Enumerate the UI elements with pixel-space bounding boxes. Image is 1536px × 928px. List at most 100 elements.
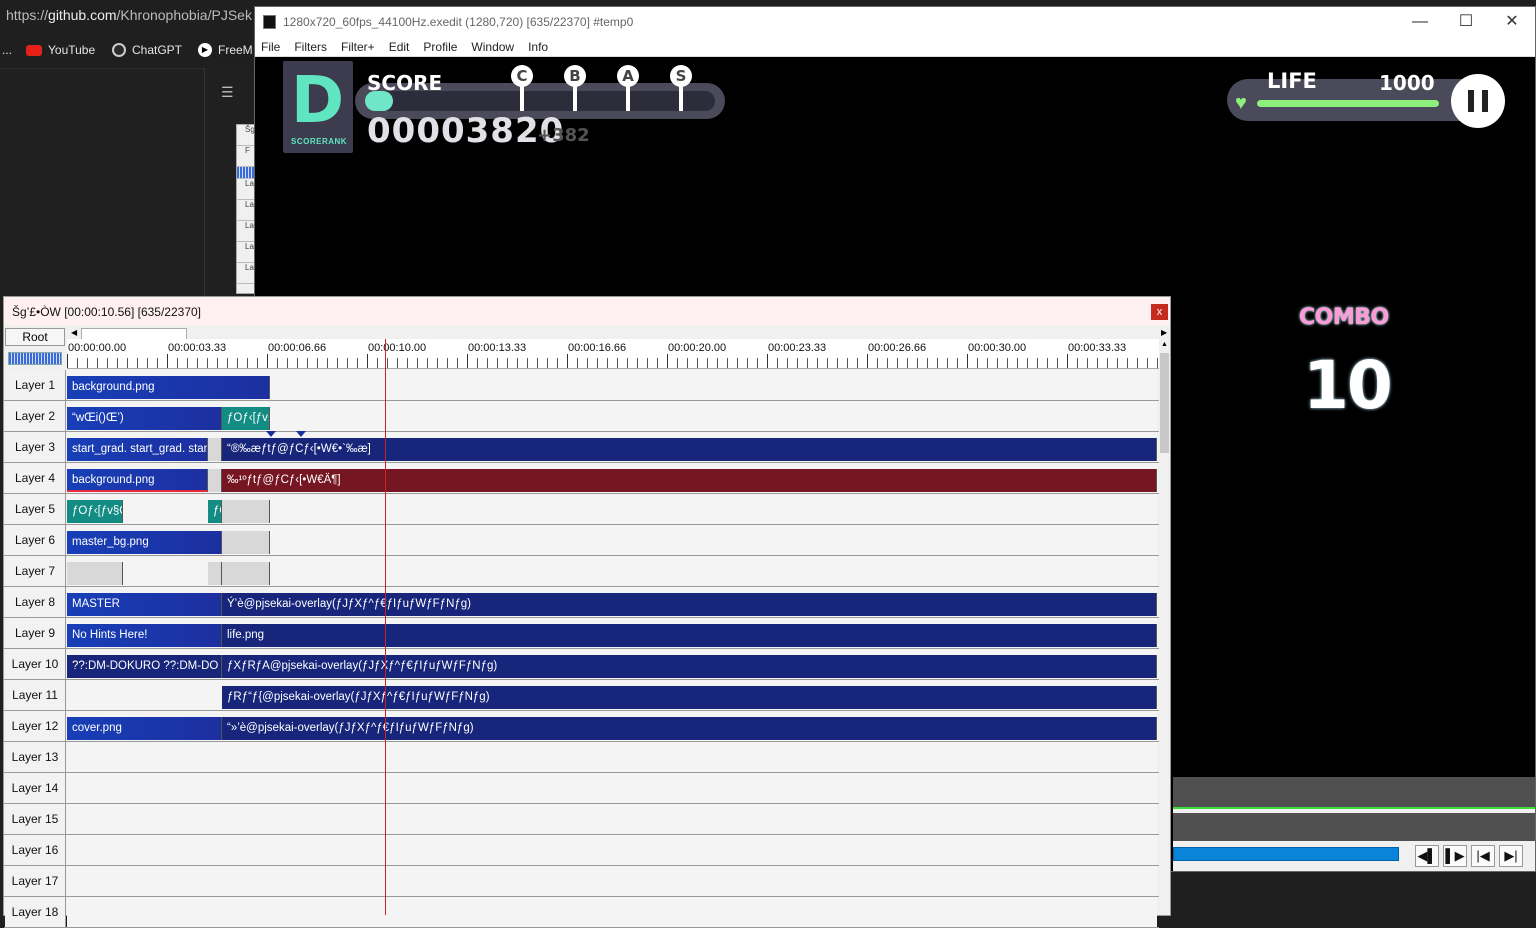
timeline-object[interactable]: No Hints Here! [67, 624, 222, 647]
timeline-object[interactable] [208, 562, 222, 585]
layer-track[interactable]: No Hints Here! life.png [67, 618, 1157, 648]
timeline-object[interactable]: ƒOƒ‹[ƒv§ [222, 407, 270, 430]
timeline-close-button[interactable]: x [1151, 304, 1168, 320]
layer-track[interactable] [67, 804, 1157, 834]
vertical-scrollbar[interactable]: ▲ [1159, 339, 1170, 915]
layer-label[interactable]: Layer 8 [5, 587, 66, 617]
layer-label[interactable]: Layer 3 [5, 432, 66, 462]
timeline-object[interactable]: life.png [222, 624, 1157, 647]
next-frame-button[interactable]: ▌▶ [1443, 845, 1467, 867]
close-button[interactable]: ✕ [1489, 7, 1535, 37]
scroll-up-icon[interactable]: ▲ [1161, 341, 1168, 348]
layer-label[interactable]: Layer 4 [5, 463, 66, 493]
jump-end-button[interactable]: ▶| [1499, 845, 1523, 867]
scroll-left-icon[interactable]: ◀ [71, 328, 77, 337]
layer-track[interactable] [67, 835, 1157, 865]
timeline-object[interactable] [222, 531, 270, 554]
zoom-meter[interactable] [8, 352, 62, 365]
timeline-object[interactable]: ƒXƒRƒA@pjsekai-overlay(ƒJƒXƒ^ƒ€ƒIƒuƒWƒFƒ… [222, 655, 1157, 678]
layer-label[interactable]: Layer 1 [5, 370, 66, 400]
timeline-object[interactable]: MASTER [67, 593, 222, 616]
layer-label[interactable]: Layer 17 [5, 866, 66, 896]
layer-label[interactable]: Layer 13 [5, 742, 66, 772]
maximize-button[interactable]: ☐ [1443, 7, 1489, 37]
timeline-object[interactable]: ƒOƒ‹[ƒv§Œ [67, 500, 123, 523]
layer-track[interactable]: ??:DM-DOKURO ??:DM-DO ƒXƒRƒA@pjsekai-over… [67, 649, 1157, 679]
keyframe-marker[interactable] [266, 431, 276, 437]
layer-track[interactable] [67, 742, 1157, 772]
timeline-object[interactable] [222, 500, 270, 523]
prev-frame-button[interactable]: ◀▌ [1415, 845, 1439, 867]
layer-track[interactable]: “wŒi()Œ’) ƒOƒ‹[ƒv§ [67, 401, 1157, 431]
timeline-object[interactable]: background.png [67, 376, 270, 399]
timeline-object[interactable]: “®‰æƒtƒ@ƒCƒ‹[•W€•`‰æ] [222, 438, 1157, 461]
timeline-object[interactable]: ‰¹ºƒtƒ@ƒCƒ‹[•W€Ä¶] [222, 469, 1157, 492]
bookmark-youtube[interactable]: YouTube [26, 43, 95, 57]
time-ruler[interactable]: 00:00:00.00 00:00:03.33 00:00:06.66 00:00:1… [67, 339, 1159, 369]
layer-track[interactable]: cover.png “»’è@pjsekai-overlay(ƒJƒXƒ^ƒ€ƒI… [67, 711, 1157, 741]
list-icon[interactable]: ☰ [221, 84, 234, 101]
layer-label[interactable]: Layer 15 [5, 804, 66, 834]
bookmarks-overflow[interactable]: ... [2, 43, 12, 57]
chatgpt-icon [112, 43, 126, 57]
layer-track[interactable]: background.png ‰¹ºƒtƒ@ƒCƒ‹[•W€Ä¶] [67, 463, 1157, 493]
bookmark-chatgpt[interactable]: ChatGPT [112, 43, 182, 57]
address-bar[interactable]: https://github.com/Khronophobia/PJSek [6, 7, 252, 23]
layer-label[interactable]: Layer 11 [5, 680, 66, 710]
layer-label[interactable]: Layer 16 [5, 835, 66, 865]
root-button[interactable]: Root [5, 328, 65, 346]
layer-label[interactable]: Layer 5 [5, 494, 66, 524]
layer-track[interactable]: master_bg.png [67, 525, 1157, 555]
layer-track[interactable] [67, 556, 1157, 586]
menu-info[interactable]: Info [528, 40, 548, 54]
timeline-object[interactable]: ??:DM-DOKURO ??:DM-DO [67, 655, 222, 678]
layer-label[interactable]: Layer 9 [5, 618, 66, 648]
jump-start-button[interactable]: |◀ [1471, 845, 1495, 867]
layer-label[interactable]: Layer 2 [5, 401, 66, 431]
playhead[interactable] [385, 339, 386, 915]
keyframe-marker[interactable] [296, 431, 306, 437]
preview-title-bar[interactable]: 1280x720_60fps_44100Hz.exedit (1280,720)… [255, 7, 1535, 37]
timeline-object[interactable] [67, 562, 123, 585]
layer-label[interactable]: Layer 7 [5, 556, 66, 586]
menu-edit[interactable]: Edit [389, 40, 410, 54]
menu-filter-plus[interactable]: Filter+ [341, 40, 375, 54]
layer-track[interactable]: start_grad. start_grad. star “®‰æƒtƒ@ƒCƒ‹… [67, 432, 1157, 462]
layer-track[interactable]: ƒOƒ‹[ƒv§Œ ƒO [67, 494, 1157, 524]
timeline-object[interactable] [222, 562, 270, 585]
seek-bar[interactable] [1173, 847, 1399, 861]
timeline-object[interactable]: “»’è@pjsekai-overlay(ƒJƒXƒ^ƒ€ƒIƒuƒWƒFƒNƒ… [222, 717, 1157, 740]
layer-label[interactable]: Layer 12 [5, 711, 66, 741]
scroll-thumb[interactable] [1160, 353, 1169, 453]
bookmark-freem[interactable]: ▶ FreeM [198, 43, 253, 57]
menu-file[interactable]: File [261, 40, 280, 54]
layer-label[interactable]: Layer 18 [5, 897, 66, 927]
timeline-object[interactable]: ƒRƒ“ƒ{@pjsekai-overlay(ƒJƒXƒ^ƒ€ƒIƒuƒWƒFƒ… [222, 686, 1157, 709]
layer-track[interactable] [67, 897, 1157, 927]
timeline-title[interactable]: Šg’£•ÒW [00:00:10.56] [635/22370] [4, 297, 1170, 325]
pause-button[interactable] [1451, 74, 1505, 128]
minimize-button[interactable]: — [1397, 7, 1443, 37]
timeline-object[interactable]: cover.png [67, 717, 222, 740]
menu-profile[interactable]: Profile [423, 40, 457, 54]
layer-track[interactable] [67, 773, 1157, 803]
timeline-object[interactable] [208, 469, 222, 492]
layer-track[interactable]: MASTER Ý’è@pjsekai-overlay(ƒJƒXƒ^ƒ€ƒIƒuƒW… [67, 587, 1157, 617]
menu-filters[interactable]: Filters [294, 40, 327, 54]
timeline-object[interactable]: start_grad. start_grad. star [67, 438, 208, 461]
layer-row: Layer 10 ??:DM-DOKURO ??:DM-DO ƒXƒRƒA@pjse… [4, 649, 1159, 680]
timeline-object[interactable]: ƒO [208, 500, 222, 523]
layer-label[interactable]: Layer 14 [5, 773, 66, 803]
timeline-object[interactable]: background.png [67, 469, 208, 492]
timeline-object[interactable]: “wŒi()Œ’) [67, 407, 222, 430]
layer-label[interactable]: Layer 10 [5, 649, 66, 679]
menu-window[interactable]: Window [471, 40, 514, 54]
timeline-object[interactable] [208, 438, 222, 461]
layer-track[interactable]: ƒRƒ“ƒ{@pjsekai-overlay(ƒJƒXƒ^ƒ€ƒIƒuƒWƒFƒ… [67, 680, 1157, 710]
layer-track[interactable] [67, 866, 1157, 896]
timeline-object[interactable]: Ý’è@pjsekai-overlay(ƒJƒXƒ^ƒ€ƒIƒuƒWƒFƒNƒg… [222, 593, 1157, 616]
layer-track[interactable]: background.png [67, 370, 1157, 400]
scroll-right-icon[interactable]: ▶ [1161, 328, 1167, 337]
timeline-object[interactable]: master_bg.png [67, 531, 222, 554]
layer-label[interactable]: Layer 6 [5, 525, 66, 555]
